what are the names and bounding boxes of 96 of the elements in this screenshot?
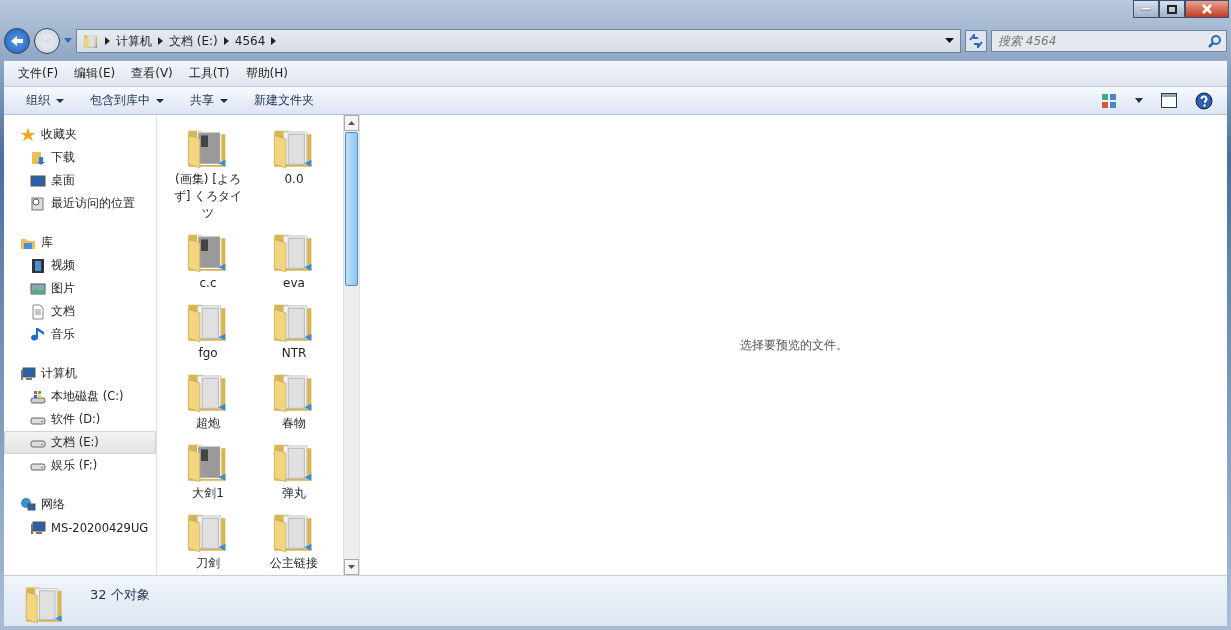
- folder-item[interactable]: c.c: [165, 225, 251, 295]
- star-icon: [20, 126, 36, 143]
- up-arrow-icon: [348, 121, 355, 125]
- folder-item[interactable]: 春物: [251, 365, 337, 435]
- address-bar[interactable]: 计算机 文档 (E:) 4564: [76, 29, 961, 53]
- forward-button[interactable]: [34, 28, 60, 54]
- folder-name: NTR: [280, 345, 308, 362]
- folder-name: 公主链接: [269, 555, 319, 572]
- folder-name: eva: [282, 275, 306, 292]
- nav-item[interactable]: 软件 (D:): [4, 408, 156, 431]
- help-icon[interactable]: [1195, 91, 1213, 110]
- network-icon: [20, 496, 36, 513]
- folder-name: 弹丸: [281, 485, 307, 502]
- folder-item[interactable]: 公主链接: [251, 505, 337, 575]
- menu-item[interactable]: 查看(V): [125, 63, 179, 84]
- caret-icon[interactable]: [945, 38, 954, 44]
- picture-icon: [30, 280, 46, 297]
- recent-places-icon: [30, 195, 46, 212]
- folder-name: 0.0: [283, 171, 305, 188]
- scroll-up-button[interactable]: [344, 115, 359, 131]
- nav-item[interactable]: 下载: [4, 146, 156, 169]
- nav-item[interactable]: 桌面: [4, 169, 156, 192]
- folder-icon: [83, 33, 99, 49]
- drive-icon: [30, 388, 46, 405]
- nav-item[interactable]: 音乐: [4, 323, 156, 346]
- nav-item[interactable]: 视频: [4, 254, 156, 277]
- folder-name: 刀剑: [195, 555, 221, 572]
- folder-name: fgo: [197, 345, 219, 362]
- folder-name: 春物: [281, 415, 307, 432]
- computer-icon: [20, 365, 36, 382]
- menu-item[interactable]: 编辑(E): [68, 63, 122, 84]
- nav-item[interactable]: 最近访问的位置: [4, 192, 156, 215]
- caret-icon[interactable]: [1135, 98, 1143, 103]
- folder-item[interactable]: 大剑1: [165, 435, 251, 505]
- breadcrumb[interactable]: 文档 (E:): [169, 32, 218, 50]
- nav-item[interactable]: 本地磁盘 (C:): [4, 385, 156, 408]
- nav-group-header[interactable]: 库: [41, 235, 53, 250]
- maximize-button[interactable]: [1159, 0, 1185, 18]
- folder-item[interactable]: 刀剑: [165, 505, 251, 575]
- nav-group-header[interactable]: 计算机: [41, 366, 77, 381]
- breadcrumb[interactable]: 4564: [234, 34, 266, 48]
- nav-group-header[interactable]: 网络: [41, 497, 65, 512]
- folder-name: 超炮: [195, 415, 221, 432]
- menu-item[interactable]: 文件(F): [12, 63, 65, 84]
- folder-item[interactable]: fgo: [165, 295, 251, 365]
- nav-item[interactable]: 文档: [4, 300, 156, 323]
- folder-item[interactable]: eva: [251, 225, 337, 295]
- toolbar-button[interactable]: 组织: [18, 89, 72, 112]
- scrollbar-thumb[interactable]: [345, 132, 358, 286]
- maximize-icon: [1167, 4, 1177, 14]
- folder-item[interactable]: 超炮: [165, 365, 251, 435]
- minimize-icon: [1141, 7, 1151, 11]
- desktop-icon: [30, 172, 46, 189]
- close-icon: [1202, 4, 1212, 14]
- preview-message: 选择要预览的文件。: [739, 336, 848, 354]
- history-dropdown-icon[interactable]: [64, 38, 72, 44]
- preview-pane-icon[interactable]: [1161, 93, 1177, 108]
- folder-name: c.c: [198, 275, 218, 292]
- minimize-button[interactable]: [1133, 0, 1159, 18]
- close-button[interactable]: [1185, 0, 1229, 18]
- computer-icon: [30, 519, 46, 536]
- back-arrow-icon: [10, 35, 24, 47]
- search-field[interactable]: 搜索 4564: [991, 30, 1227, 52]
- nav-item[interactable]: 图片: [4, 277, 156, 300]
- refresh-icon: [968, 34, 984, 48]
- folder-item[interactable]: 0.0: [251, 121, 337, 225]
- chevron-icon[interactable]: [158, 37, 163, 45]
- down-arrow-icon: [348, 565, 355, 569]
- menu-item[interactable]: 工具(T): [182, 63, 236, 84]
- toolbar-button[interactable]: 新建文件夹: [246, 89, 322, 112]
- download-folder-icon: [30, 149, 46, 166]
- view-options-icon[interactable]: [1101, 92, 1117, 109]
- folder-name: (画集) [よろず] くろタイツ: [172, 171, 244, 222]
- music-note-icon: [30, 326, 46, 343]
- folder-item[interactable]: (画集) [よろず] くろタイツ: [165, 121, 251, 225]
- nav-group-header[interactable]: 收藏夹: [41, 127, 77, 142]
- nav-item[interactable]: 文档 (E:): [4, 431, 156, 454]
- back-button[interactable]: [4, 28, 30, 54]
- breadcrumb[interactable]: 计算机: [116, 32, 152, 50]
- refresh-button[interactable]: [965, 30, 987, 52]
- search-icon[interactable]: [1208, 34, 1222, 48]
- menu-item[interactable]: 帮助(H): [239, 63, 294, 84]
- toolbar-button[interactable]: 包含到库中: [82, 89, 172, 112]
- toolbar-button[interactable]: 共享: [182, 89, 236, 112]
- nav-item[interactable]: 娱乐 (F:): [4, 454, 156, 477]
- film-icon: [30, 257, 46, 274]
- chevron-icon[interactable]: [271, 37, 277, 45]
- folder-item[interactable]: NTR: [251, 295, 337, 365]
- folder-name: 大剑1: [191, 485, 225, 502]
- folder-item[interactable]: 弹丸: [251, 435, 337, 505]
- chevron-icon[interactable]: [223, 37, 229, 45]
- document-icon: [30, 303, 46, 320]
- nav-item[interactable]: MS-20200429UG: [4, 516, 156, 539]
- item-count: 32 个对象: [90, 586, 150, 604]
- scroll-down-button[interactable]: [344, 559, 359, 575]
- chevron-icon[interactable]: [105, 37, 110, 45]
